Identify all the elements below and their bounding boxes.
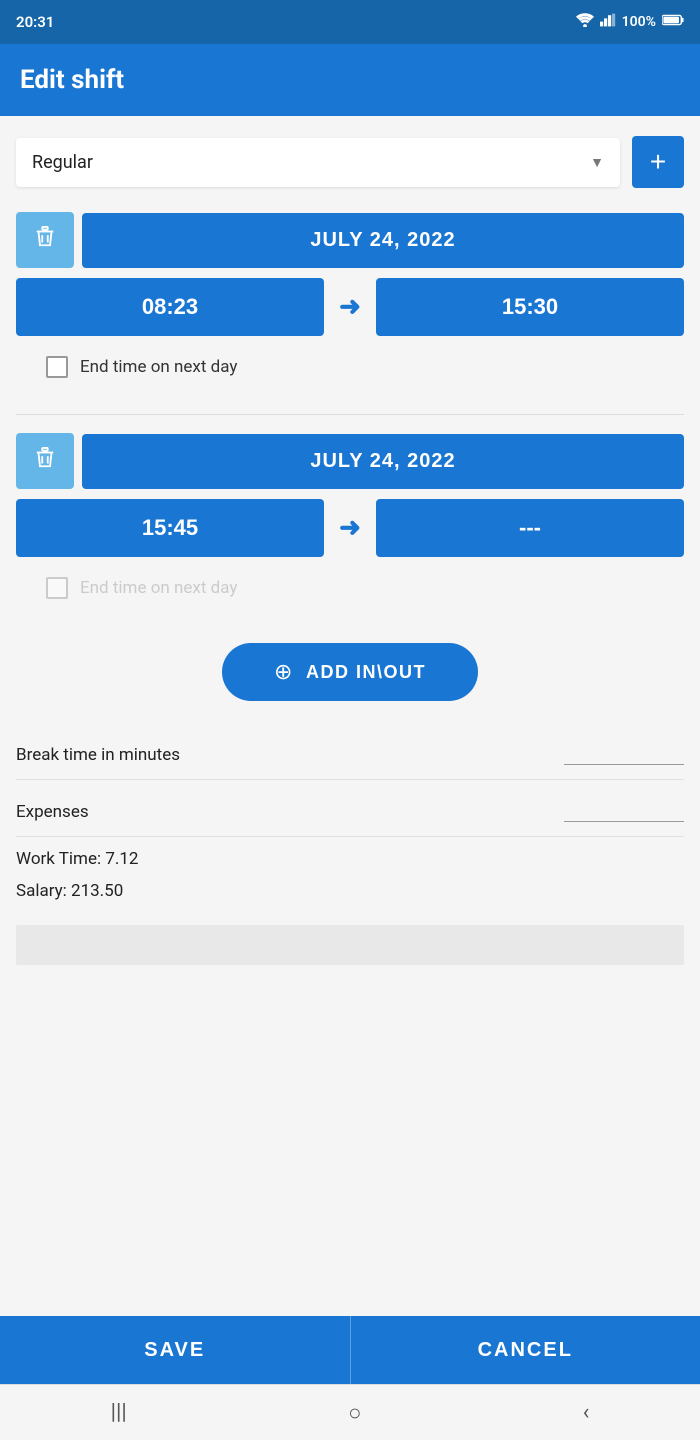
work-time-text: Work Time: 7.12 xyxy=(16,849,138,869)
add-inout-row: ⊕ ADD IN\OUT xyxy=(16,643,684,701)
break-time-label: Break time in minutes xyxy=(16,745,180,765)
end-next-day-row-2: End time on next day xyxy=(16,569,684,607)
delete-shift-2-button[interactable] xyxy=(16,433,74,489)
chevron-down-icon: ▼ xyxy=(590,154,604,171)
expenses-field: Expenses xyxy=(16,786,684,837)
shift-block-2: JULY 24, 2022 15:45 ➜ --- End time on ne… xyxy=(16,433,684,607)
arrow-icon-1: ➜ xyxy=(332,292,368,322)
trash-icon-2 xyxy=(34,446,56,476)
shift-type-select[interactable]: Regular ▼ xyxy=(16,138,620,187)
save-button[interactable]: SAVE xyxy=(0,1316,350,1384)
date-row-2: JULY 24, 2022 xyxy=(16,433,684,489)
shift-type-label: Regular xyxy=(32,152,93,173)
date-button-1[interactable]: JULY 24, 2022 xyxy=(82,213,684,268)
time-display: 20:31 xyxy=(16,13,54,31)
expenses-input[interactable] xyxy=(564,800,684,822)
start-time-button-1[interactable]: 08:23 xyxy=(16,278,324,336)
date-row-1: JULY 24, 2022 xyxy=(16,212,684,268)
time-row-1: 08:23 ➜ 15:30 xyxy=(16,278,684,336)
salary-text: Salary: 213.50 xyxy=(16,881,123,901)
nav-bar: ||| ○ ‹ xyxy=(0,1384,700,1440)
end-next-day-label-2: End time on next day xyxy=(80,578,237,598)
main-content: Regular ▼ + JULY 24, 202 xyxy=(0,116,700,1316)
menu-icon[interactable]: ||| xyxy=(111,1400,127,1425)
arrow-icon-2: ➜ xyxy=(332,513,368,543)
battery-label: 100% xyxy=(622,14,656,30)
back-icon[interactable]: ‹ xyxy=(583,1400,590,1425)
status-bar: 20:31 100% xyxy=(0,0,700,44)
date-button-2[interactable]: JULY 24, 2022 xyxy=(82,434,684,489)
delete-shift-1-button[interactable] xyxy=(16,212,74,268)
end-time-button-1[interactable]: 15:30 xyxy=(376,278,684,336)
end-next-day-row-1: End time on next day xyxy=(16,348,684,386)
status-right: 100% xyxy=(576,13,684,31)
page-title: Edit shift xyxy=(20,65,124,95)
action-buttons: SAVE CANCEL xyxy=(0,1316,700,1384)
end-next-day-label-1: End time on next day xyxy=(80,357,237,377)
header: Edit shift xyxy=(0,44,700,116)
plus-circle-icon: ⊕ xyxy=(274,659,294,685)
break-time-input[interactable] xyxy=(564,743,684,765)
notes-area[interactable] xyxy=(16,925,684,965)
add-shift-button[interactable]: + xyxy=(632,136,684,188)
end-next-day-checkbox-2[interactable] xyxy=(46,577,68,599)
trash-icon xyxy=(34,225,56,255)
add-inout-button[interactable]: ⊕ ADD IN\OUT xyxy=(222,643,478,701)
wifi-icon xyxy=(576,13,594,31)
end-next-day-checkbox-1[interactable] xyxy=(46,356,68,378)
shift-block-1: JULY 24, 2022 08:23 ➜ 15:30 End time on … xyxy=(16,212,684,386)
break-time-field: Break time in minutes xyxy=(16,729,684,780)
battery-icon xyxy=(662,14,684,30)
shift-type-row: Regular ▼ + xyxy=(16,136,684,188)
end-time-button-2[interactable]: --- xyxy=(376,499,684,557)
cancel-button[interactable]: CANCEL xyxy=(350,1316,700,1384)
start-time-button-2[interactable]: 15:45 xyxy=(16,499,324,557)
time-row-2: 15:45 ➜ --- xyxy=(16,499,684,557)
signal-icon xyxy=(600,13,616,31)
expenses-label: Expenses xyxy=(16,802,89,822)
salary-row: Salary: 213.50 xyxy=(16,875,684,907)
block-divider xyxy=(16,414,684,415)
home-icon[interactable]: ○ xyxy=(348,1400,361,1426)
work-time-row: Work Time: 7.12 xyxy=(16,843,684,875)
